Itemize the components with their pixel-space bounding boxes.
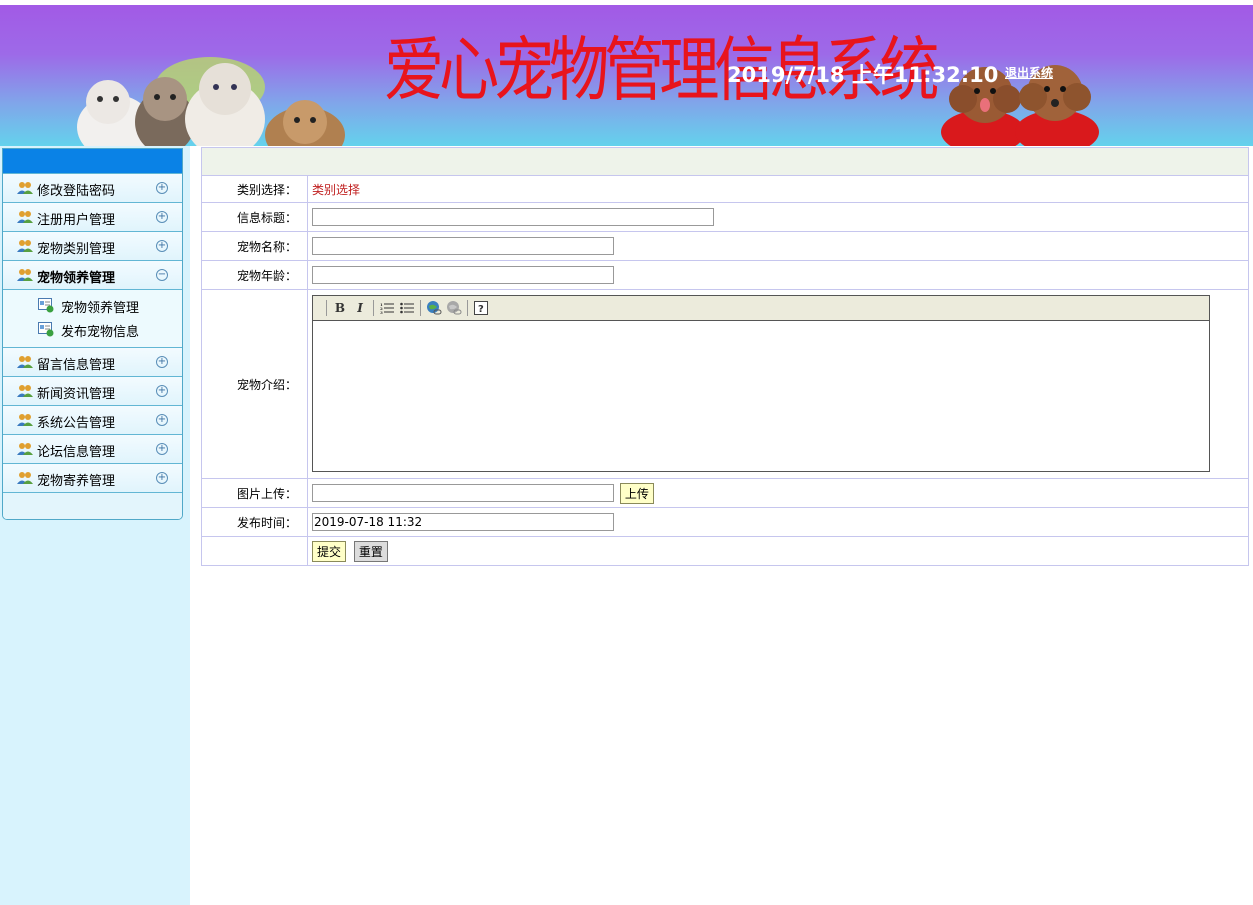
svg-text:?: ?: [478, 304, 484, 315]
sidebar-item-change-password[interactable]: 修改登陆密码 +: [3, 173, 182, 202]
ordered-list-icon[interactable]: 123: [378, 299, 396, 317]
menu-footer: [3, 492, 182, 519]
svg-text:3: 3: [380, 310, 383, 314]
doc-icon: [38, 298, 54, 313]
form-row-category: 类别选择： 类别选择: [201, 175, 1249, 203]
expand-icon[interactable]: +: [156, 385, 168, 397]
publish-time-label: 发布时间：: [201, 507, 308, 537]
sidebar-item-label: 宠物类别管理: [37, 242, 116, 257]
submit-button[interactable]: 提交: [312, 540, 347, 562]
cats-illustration: [77, 57, 345, 146]
sidebar-menu: 修改登陆密码 + 注册用户管理 + 宠物类别管理 + 宠物领养管理 − 宠物领养…: [2, 148, 183, 520]
reset-button[interactable]: 重置: [353, 540, 388, 562]
users-icon: [17, 472, 33, 484]
toolbar-separator: [420, 300, 421, 316]
expand-icon[interactable]: +: [156, 240, 168, 252]
publish-form: 类别选择： 类别选择 信息标题： 宠物名称： 宠物年龄： 宠物介绍： B I 1…: [201, 147, 1249, 566]
title-input[interactable]: [312, 208, 714, 226]
category-label: 类别选择：: [201, 175, 308, 203]
sidebar-item-user-management[interactable]: 注册用户管理 +: [3, 202, 182, 231]
clock: 2019/7/18 上午11:32:10: [727, 63, 999, 87]
toolbar-separator: [467, 300, 468, 316]
sidebar: 修改登陆密码 + 注册用户管理 + 宠物类别管理 + 宠物领养管理 − 宠物领养…: [0, 146, 190, 905]
title-label: 信息标题：: [201, 202, 308, 232]
users-icon: [17, 182, 33, 194]
users-icon: [17, 385, 33, 397]
form-header-row: [201, 147, 1249, 176]
link-icon[interactable]: [425, 299, 443, 317]
pet-name-input[interactable]: [312, 237, 614, 255]
form-row-intro: 宠物介绍： B I 123 ?: [201, 289, 1249, 479]
pet-age-input[interactable]: [312, 266, 614, 284]
editor-textarea[interactable]: [313, 321, 1209, 471]
sidebar-item-label: 论坛信息管理: [37, 445, 116, 460]
pet-age-label: 宠物年龄：: [201, 260, 308, 290]
intro-label: 宠物介绍：: [201, 289, 308, 479]
sidebar-item-label: 修改登陆密码: [37, 184, 116, 199]
publish-time-input[interactable]: [312, 513, 614, 531]
expand-icon[interactable]: +: [156, 414, 168, 426]
rich-text-editor: B I 123 ?: [312, 295, 1210, 472]
users-icon: [17, 443, 33, 455]
category-select[interactable]: 类别选择: [312, 183, 360, 197]
form-row-publish-time: 发布时间：: [201, 507, 1249, 537]
sidebar-item-label: 系统公告管理: [37, 416, 116, 431]
header-banner: 爱心宠物管理信息系统 2019/7/18 上午11:32:10 退出系统: [0, 5, 1253, 146]
users-icon: [17, 356, 33, 368]
sidebar-item-news[interactable]: 新闻资讯管理 +: [3, 376, 182, 405]
italic-icon[interactable]: I: [351, 299, 369, 317]
unordered-list-icon[interactable]: [398, 299, 416, 317]
users-icon: [17, 211, 33, 223]
bold-icon[interactable]: B: [331, 299, 349, 317]
unlink-icon[interactable]: [445, 299, 463, 317]
users-icon: [17, 414, 33, 426]
form-row-actions: 提交 重置: [201, 536, 1249, 566]
form-row-title: 信息标题：: [201, 202, 1249, 232]
image-path-input[interactable]: [312, 484, 614, 502]
users-icon: [17, 269, 33, 281]
sidebar-item-label: 宠物寄养管理: [37, 474, 116, 489]
form-row-image: 图片上传： 上传: [201, 478, 1249, 508]
sidebar-item-forum[interactable]: 论坛信息管理 +: [3, 434, 182, 463]
expand-icon[interactable]: +: [156, 472, 168, 484]
toolbar-separator: [326, 300, 327, 316]
form-row-pet-age: 宠物年龄：: [201, 260, 1249, 290]
upload-button[interactable]: 上传: [619, 482, 654, 504]
menu-header: [3, 149, 182, 173]
submenu-item-label: 发布宠物信息: [61, 325, 140, 340]
sidebar-item-label: 留言信息管理: [37, 358, 116, 373]
editor-toolbar: B I 123 ?: [313, 296, 1209, 321]
submenu-item-publish-pet[interactable]: 发布宠物信息: [3, 317, 182, 341]
sidebar-item-pet-category[interactable]: 宠物类别管理 +: [3, 231, 182, 260]
form-row-pet-name: 宠物名称：: [201, 231, 1249, 261]
expand-icon[interactable]: +: [156, 356, 168, 368]
sidebar-item-foster[interactable]: 宠物寄养管理 +: [3, 463, 182, 492]
users-icon: [17, 240, 33, 252]
image-label: 图片上传：: [201, 478, 308, 508]
sidebar-item-messages[interactable]: 留言信息管理 +: [3, 347, 182, 376]
sidebar-item-pet-adoption[interactable]: 宠物领养管理 −: [3, 260, 182, 289]
sidebar-item-label: 注册用户管理: [37, 213, 116, 228]
expand-icon[interactable]: +: [156, 443, 168, 455]
main-content: 类别选择： 类别选择 信息标题： 宠物名称： 宠物年龄： 宠物介绍： B I 1…: [201, 147, 1249, 566]
help-icon[interactable]: ?: [472, 299, 490, 317]
pet-name-label: 宠物名称：: [201, 231, 308, 261]
expand-icon[interactable]: +: [156, 182, 168, 194]
doc-icon: [38, 322, 54, 337]
submenu-item-label: 宠物领养管理: [61, 301, 140, 316]
collapse-icon[interactable]: −: [156, 269, 168, 281]
expand-icon[interactable]: +: [156, 211, 168, 223]
submenu-pet-adoption: 宠物领养管理 发布宠物信息: [3, 289, 182, 347]
toolbar-separator: [373, 300, 374, 316]
submenu-item-adoption-management[interactable]: 宠物领养管理: [3, 293, 182, 317]
sidebar-item-label: 新闻资讯管理: [37, 387, 116, 402]
sidebar-item-announcements[interactable]: 系统公告管理 +: [3, 405, 182, 434]
logout-link[interactable]: 退出系统: [1005, 64, 1053, 81]
sidebar-item-label: 宠物领养管理: [37, 271, 116, 286]
